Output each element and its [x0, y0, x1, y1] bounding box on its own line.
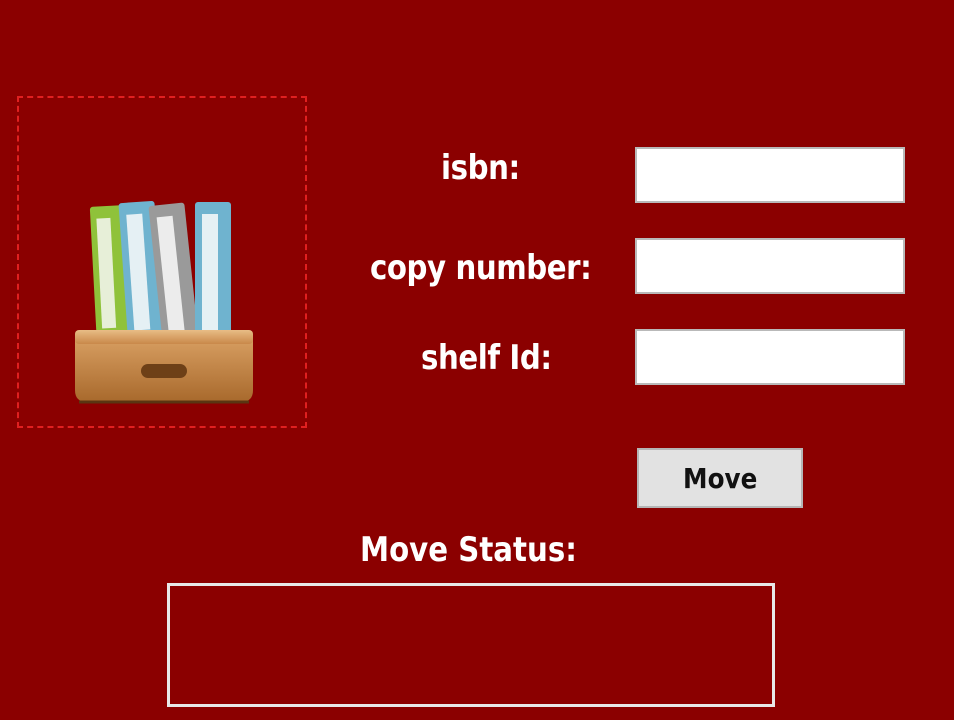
move-button-label: Move: [682, 461, 758, 495]
copy-number-input[interactable]: [635, 238, 905, 294]
isbn-input[interactable]: [635, 147, 905, 203]
shelf-id-input[interactable]: [635, 329, 905, 385]
copy-number-label: copy number:: [370, 248, 592, 288]
binders-tray-icon: [75, 200, 253, 404]
window-edge: [954, 0, 960, 720]
move-status-output: [167, 583, 775, 707]
move-copy-window: isbn: copy number: shelf Id: Move Move S…: [0, 0, 954, 720]
image-frame: [17, 96, 307, 428]
move-status-label: Move Status:: [360, 530, 577, 570]
isbn-label: isbn:: [441, 148, 520, 188]
move-button[interactable]: Move: [637, 448, 803, 508]
shelf-id-label: shelf Id:: [421, 338, 552, 378]
